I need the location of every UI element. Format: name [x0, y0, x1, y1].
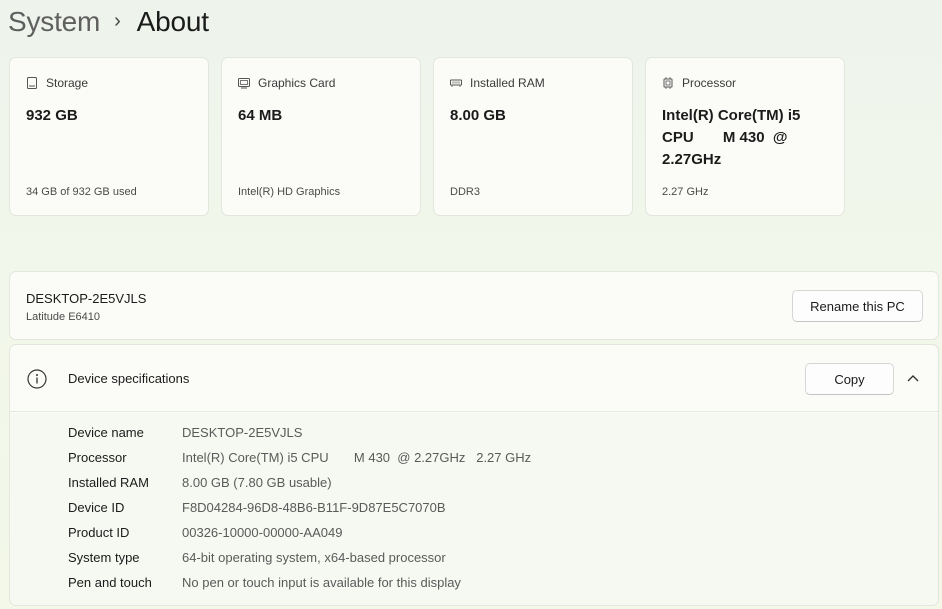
- spec-key: Installed RAM: [68, 475, 149, 490]
- pc-name-panel: DESKTOP-2E5VJLS Latitude E6410 Rename th…: [9, 271, 939, 340]
- spec-key: Device ID: [68, 500, 125, 515]
- pc-name: DESKTOP-2E5VJLS: [26, 291, 147, 306]
- breadcrumb-system-link[interactable]: System: [8, 6, 100, 38]
- card-value: Intel(R) Core(TM) i5 CPU M 430 @ 2.27GHz: [662, 107, 801, 168]
- spec-value: 64-bit operating system, x64-based proce…: [182, 550, 446, 565]
- card-label: Processor: [682, 76, 737, 90]
- copy-button[interactable]: Copy: [805, 363, 894, 395]
- spec-row-product-id: Product ID 00326-10000-00000-AA049: [68, 525, 342, 545]
- ram-icon: [450, 79, 462, 87]
- spec-key: Pen and touch: [68, 575, 152, 590]
- card-header: Processor: [662, 76, 736, 90]
- device-specifications-title: Device specifications: [68, 371, 190, 386]
- page-title: About: [136, 6, 209, 37]
- card-label: Storage: [46, 76, 89, 90]
- spec-key: Processor: [68, 450, 127, 465]
- card-detail: 2.27 GHz: [662, 186, 709, 198]
- spec-value: F8D04284-96D8-48B6-B11F-9D87E5C7070B: [182, 500, 446, 515]
- processor-icon: [663, 77, 673, 89]
- info-icon: [27, 369, 47, 389]
- pc-model: Latitude E6410: [26, 311, 101, 323]
- spec-row-device-id: Device ID F8D04284-96D8-48B6-B11F-9D87E5…: [68, 500, 446, 520]
- spec-row-processor: Processor Intel(R) Core(TM) i5 CPU M 430…: [68, 450, 531, 470]
- rename-pc-button[interactable]: Rename this PC: [792, 290, 923, 322]
- summary-cards: Storage 932 GB 34 GB of 932 GB used Grap…: [9, 57, 845, 216]
- device-specifications-list: Device name DESKTOP-2E5VJLS Processor In…: [10, 413, 938, 605]
- card-detail: 34 GB of 932 GB used: [26, 186, 137, 198]
- processor-card[interactable]: Processor Intel(R) Core(TM) i5 CPU M 430…: [645, 57, 845, 216]
- spec-row-system-type: System type 64-bit operating system, x64…: [68, 550, 446, 570]
- graphics-card-card[interactable]: Graphics Card 64 MB Intel(R) HD Graphics: [221, 57, 421, 216]
- installed-ram-card[interactable]: Installed RAM 8.00 GB DDR3: [433, 57, 633, 216]
- spec-value: No pen or touch input is available for t…: [182, 575, 461, 590]
- card-detail: Intel(R) HD Graphics: [238, 186, 341, 198]
- spec-value: 00326-10000-00000-AA049: [182, 525, 343, 540]
- graphics-card-icon: [238, 78, 250, 89]
- chevron-up-icon[interactable]: [906, 373, 920, 383]
- card-header: Storage: [26, 76, 88, 90]
- device-specifications-header[interactable]: Device specifications Copy: [10, 345, 938, 412]
- storage-card[interactable]: Storage 932 GB 34 GB of 932 GB used: [9, 57, 209, 216]
- card-header: Installed RAM: [450, 76, 545, 90]
- spec-key: Product ID: [68, 525, 130, 540]
- spec-key: Device name: [68, 425, 144, 440]
- spec-row-pen-and-touch: Pen and touch No pen or touch input is a…: [68, 575, 461, 595]
- card-header: Graphics Card: [238, 76, 335, 90]
- spec-row-device-name: Device name DESKTOP-2E5VJLS: [68, 425, 302, 445]
- card-label: Installed RAM: [470, 76, 545, 90]
- breadcrumb-separator: ›: [114, 9, 121, 32]
- storage-icon: [27, 77, 37, 89]
- card-value: 932 GB: [26, 107, 78, 124]
- spec-row-installed-ram: Installed RAM 8.00 GB (7.80 GB usable): [68, 475, 332, 495]
- card-detail: DDR3: [450, 186, 480, 198]
- spec-value: 8.00 GB (7.80 GB usable): [182, 475, 332, 490]
- spec-value: DESKTOP-2E5VJLS: [182, 425, 303, 440]
- spec-value: Intel(R) Core(TM) i5 CPU M 430 @ 2.27GHz…: [182, 450, 532, 465]
- device-specifications-panel: Device specifications Copy Device name D…: [9, 344, 939, 606]
- card-value: 64 MB: [238, 107, 283, 124]
- card-value: 8.00 GB: [450, 107, 506, 124]
- spec-key: System type: [68, 550, 140, 565]
- card-label: Graphics Card: [258, 76, 336, 90]
- breadcrumb: System › About: [8, 2, 209, 42]
